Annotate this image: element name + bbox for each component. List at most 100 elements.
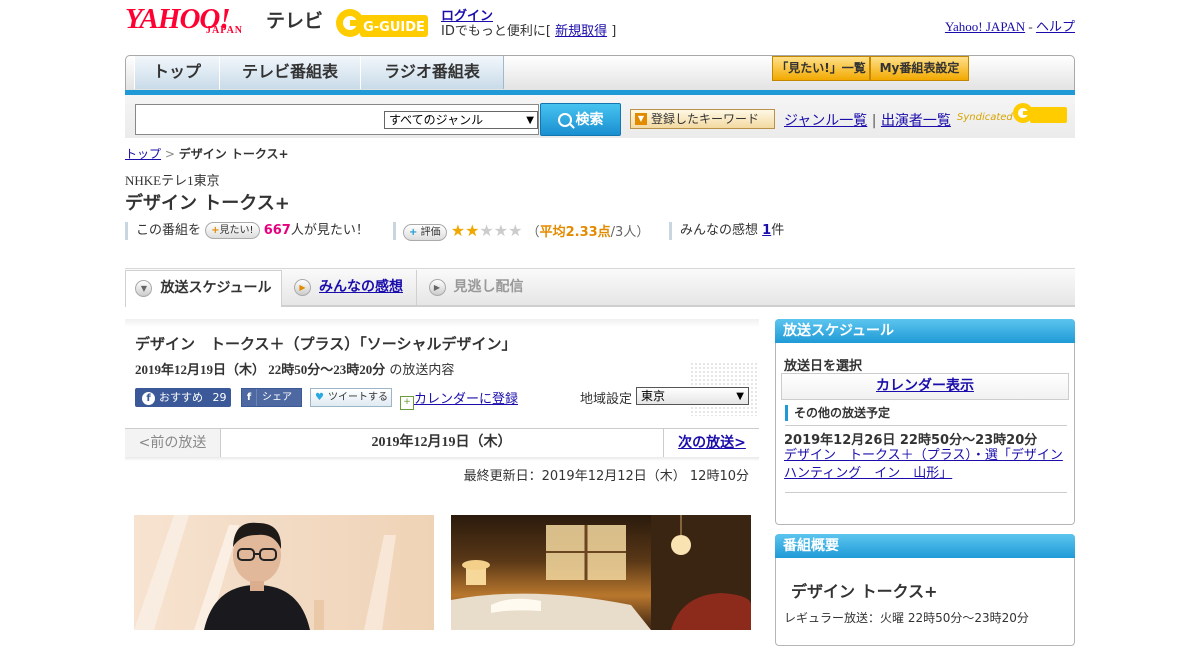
star-filled-icon: ★ [450, 221, 466, 240]
search-button-label: 検索 [575, 112, 604, 128]
previous-broadcast: <前の放送 [125, 429, 221, 457]
triangle-down-icon: ▼ [635, 113, 647, 125]
rating-stat: + 評価 ★★★★★ （平均2.33点/3人） [403, 221, 649, 241]
other-broadcast-link[interactable]: デザイン トークス＋（プラス）・選「デザインハンティング イン 山形」 [784, 447, 1064, 483]
episode-photo-speaker [134, 515, 434, 630]
episode-date-time: 2019年12月19日（木） 22時50分～23時20分 [135, 362, 386, 377]
login-message: IDでもっと便利に[ 新規取得 ] [441, 20, 616, 39]
next-broadcast-link[interactable]: 次の放送> [663, 429, 760, 457]
calendar-display-button[interactable]: カレンダー表示 [781, 373, 1069, 400]
tab-broadcast-schedule-label: 放送スケジュール [160, 280, 272, 296]
gguide-logo-text: G-GUIDE [363, 20, 425, 35]
facebook-label: おすすめ [159, 391, 203, 404]
nav-tab-tv-schedule[interactable]: テレビ番組表 [219, 56, 361, 89]
sidebar-rule [785, 492, 1067, 493]
pager-shadow [125, 457, 759, 461]
genre-list-link[interactable]: ジャンル一覧 [784, 113, 867, 129]
rate-label: 評価 [420, 227, 441, 238]
last-updated: 最終更新日：2019年12月12日（木） 12時10分 [463, 469, 749, 484]
impressions-stat: みんなの感想 1件 [680, 221, 784, 241]
rating-count: /3人） [610, 225, 650, 240]
breadcrumb-home[interactable]: トップ [125, 147, 161, 161]
facebook-icon: f [142, 392, 155, 405]
gguide-syndicated-icon [1013, 103, 1067, 123]
tab-broadcast-schedule[interactable]: ▼ 放送スケジュール [125, 270, 282, 307]
login-message-prefix: IDでもっと便利に[ [441, 24, 551, 39]
add-to-calendar[interactable]: + カレンダーに登録 [400, 388, 518, 410]
registered-keyword-button[interactable]: ▼ 登録したキーワード [630, 109, 775, 129]
program-title: デザイン トークス+ [125, 193, 290, 214]
genre-select[interactable]: すべてのジャンル ▼ [384, 111, 538, 129]
nav-tab-top[interactable]: トップ [134, 56, 220, 89]
want-to-watch-label: 見たい! [219, 225, 254, 236]
want-to-watch-stat: この番組を +見たい! 667人が見たい！ [136, 221, 369, 241]
gguide-logo[interactable]: G-GUIDE [334, 7, 430, 39]
facebook-icon: f [242, 389, 257, 406]
genre-select-value: すべてのジャンル [389, 113, 484, 127]
yahoo-logo-sub: JAPAN [206, 25, 244, 36]
login-message-suffix: ] [611, 24, 617, 39]
want-to-watch-button[interactable]: +見たい! [205, 222, 260, 239]
impressions-count[interactable]: 1 [762, 223, 771, 238]
facebook-count: 29 [212, 391, 227, 404]
select-date-label: 放送日を選択 [784, 359, 863, 374]
facebook-recommend-button[interactable]: f おすすめ 29 [135, 388, 231, 407]
play-icon: ▶ [428, 278, 446, 296]
breadcrumb-current: デザイン トークス+ [178, 147, 289, 161]
performer-list-link[interactable]: 出演者一覧 [881, 113, 951, 129]
current-broadcast-date: 2019年12月19日（木） [371, 435, 512, 450]
tab-missed-streaming: ▶ 見逃し配信 [417, 270, 535, 306]
tweet-label: ツイートする [327, 392, 388, 403]
sidebar-overview-header: 番組概要 [775, 534, 1075, 558]
want-count: 667 [263, 223, 291, 238]
yahoo-japan-link[interactable]: Yahoo! JAPAN [945, 19, 1025, 34]
breadcrumb: トップ > デザイン トークス+ [125, 145, 289, 162]
play-icon: ▶ [294, 278, 311, 296]
episode-date-line: 2019年12月19日（木） 22時50分～23時20分 の放送内容 [135, 359, 454, 378]
top-right-links: Yahoo! JAPAN - ヘルプ [945, 16, 1075, 35]
tab-impressions[interactable]: ▶ みんなの感想 [281, 270, 417, 306]
station-name: NHKEテレ1東京 [125, 173, 220, 188]
stat-divider [669, 222, 672, 240]
search-icon [557, 113, 572, 127]
episode-box-top [125, 319, 759, 327]
star-empty-icon: ★ [493, 221, 509, 240]
region-label: 地域設定 [580, 392, 633, 407]
help-link[interactable]: ヘルプ [1036, 19, 1075, 34]
search-button[interactable]: 検索 [540, 103, 621, 136]
want-suffix: 人が見たい！ [290, 223, 369, 238]
page: YAHOO! JAPAN テレビ G-GUIDE ログイン IDでもっと便利に[… [0, 0, 1200, 646]
star-empty-icon: ★ [508, 221, 523, 240]
sidebar-schedule-header: 放送スケジュール [775, 319, 1075, 343]
episode-photo-room [451, 515, 751, 630]
my-schedule-button[interactable]: My番組表設定 [870, 56, 969, 81]
add-to-calendar-link[interactable]: カレンダーに登録 [414, 392, 518, 407]
star-empty-icon: ★ [479, 221, 494, 240]
plus-icon: + [211, 225, 220, 236]
tv-title[interactable]: テレビ [266, 6, 323, 33]
tweet-button[interactable]: ♥ ツイートする [310, 388, 392, 407]
registered-keyword-label: 登録したキーワード [651, 112, 760, 126]
rating-stars: ★★★★★ [451, 221, 523, 240]
overview-title: デザイン トークス+ [791, 582, 938, 601]
other-broadcasts-header: その他の放送予定 [785, 405, 890, 421]
share-label: シェア [262, 392, 292, 403]
rate-button[interactable]: + 評価 [403, 224, 447, 241]
plus-icon: + [409, 227, 418, 238]
watchlist-button[interactable]: 「見たい!」一覧 [772, 56, 870, 81]
rating-open: （ [526, 225, 540, 240]
facebook-share-button[interactable]: f シェア [241, 388, 302, 407]
region-select-value: 東京 [641, 389, 666, 403]
stat-divider [393, 222, 396, 240]
register-link[interactable]: 新規取得 [555, 24, 607, 39]
other-broadcast-date: 2019年12月26日 22時50分～23時20分 [784, 433, 1038, 448]
region-select[interactable]: 東京 ▼ [636, 387, 749, 405]
impressions-label: みんなの感想 [680, 223, 759, 238]
want-prefix: この番組を [136, 223, 202, 238]
nav-tab-radio-schedule[interactable]: ラジオ番組表 [360, 56, 504, 89]
episode-date-suffix: の放送内容 [389, 363, 455, 378]
sidebar-rule [785, 425, 1067, 426]
search-links-divider: | [871, 113, 877, 129]
sidebar-schedule-box [775, 319, 1075, 525]
tab-impressions-label: みんなの感想 [319, 279, 403, 295]
